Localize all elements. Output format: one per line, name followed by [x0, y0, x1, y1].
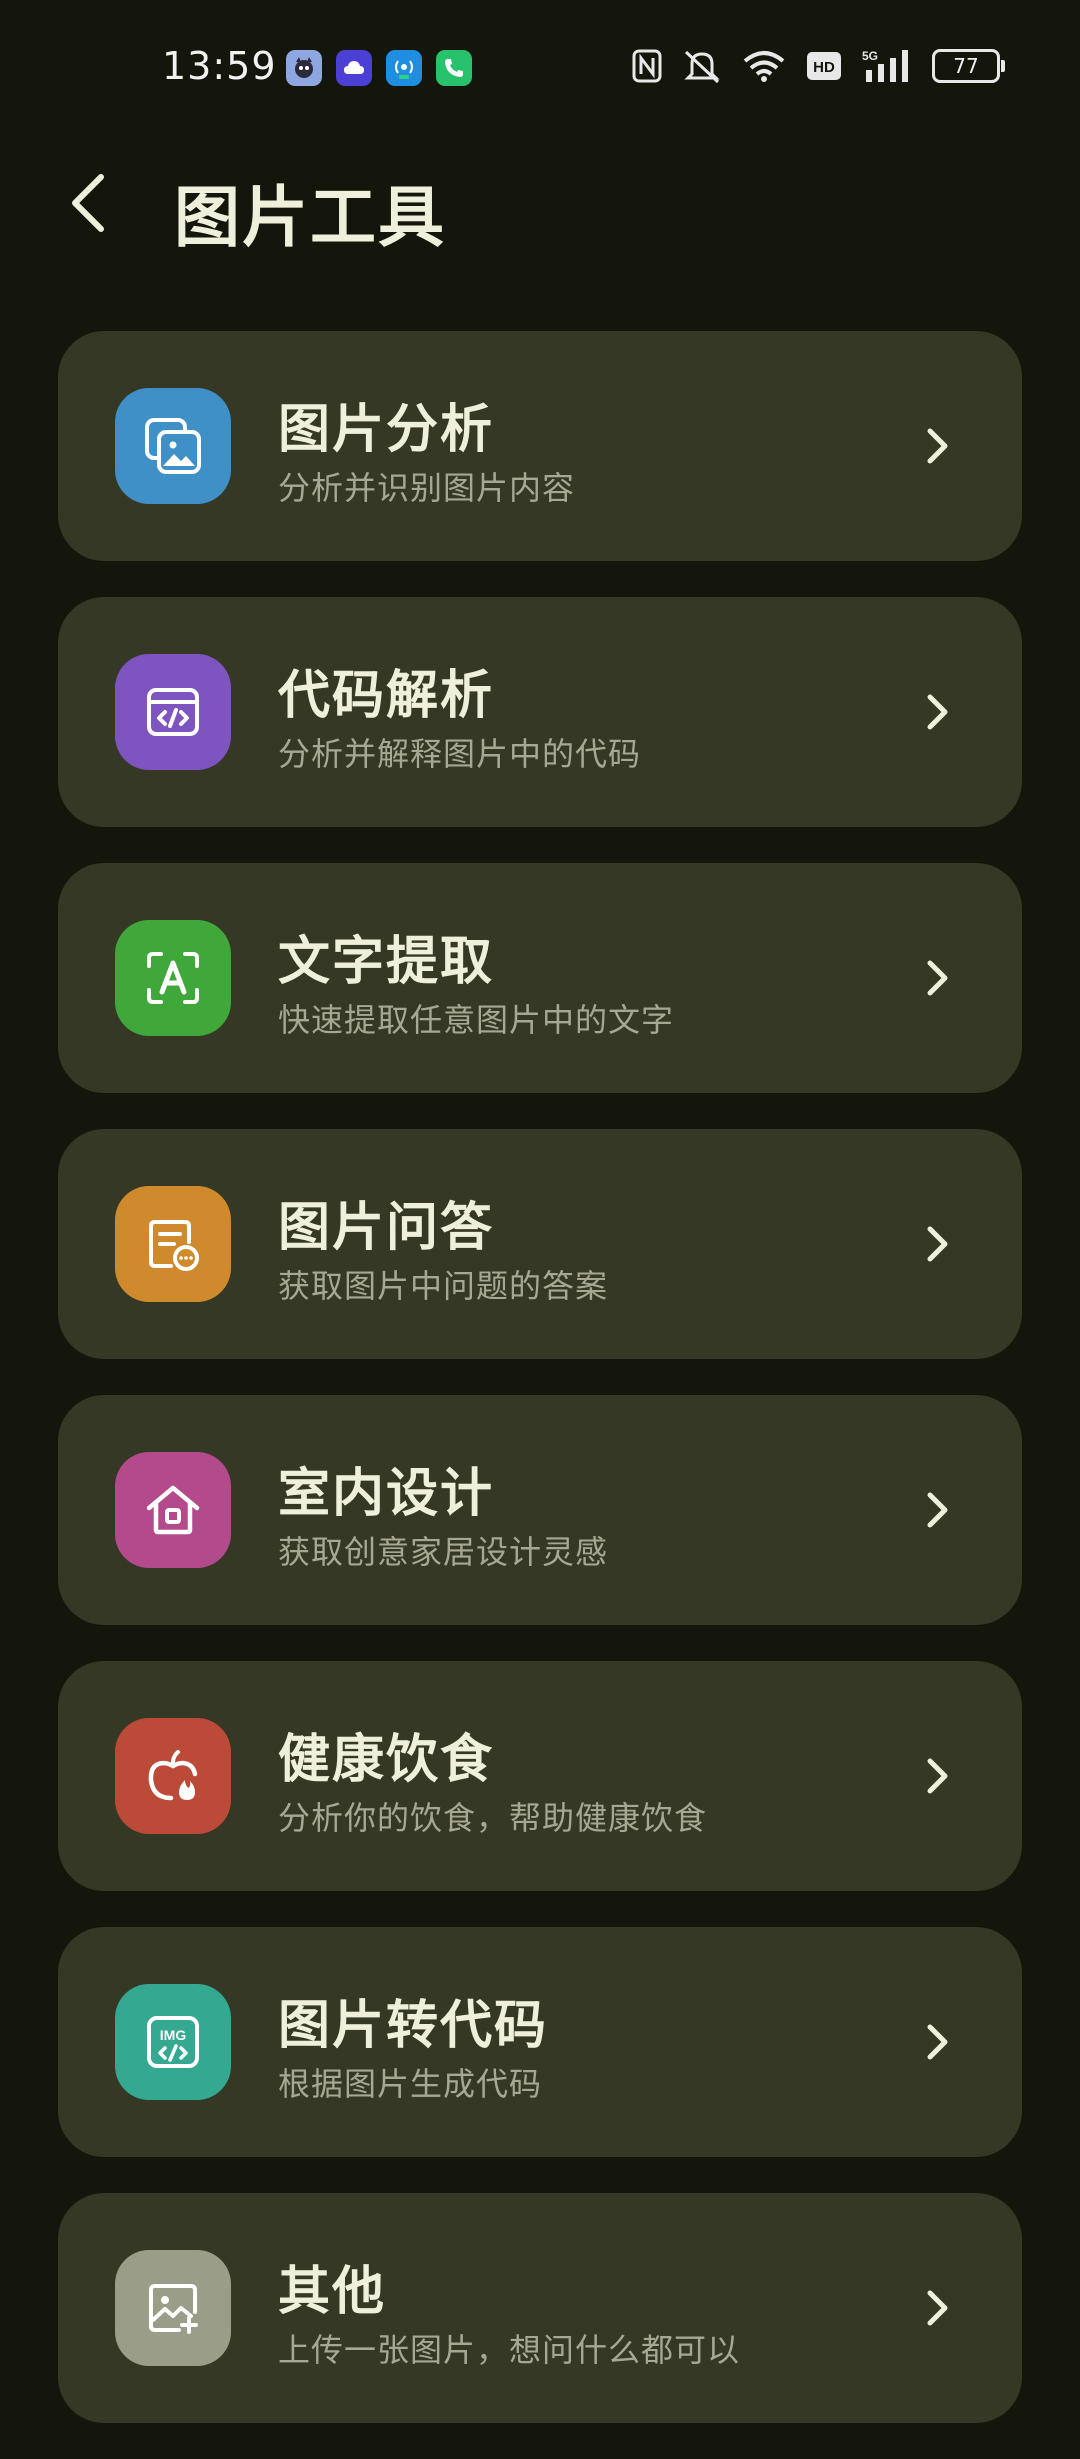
svg-text:HD: HD: [813, 59, 835, 76]
tool-card-interior-design[interactable]: 室内设计 获取创意家居设计灵感: [58, 1395, 1022, 1625]
chevron-right-icon: [927, 428, 948, 464]
tool-card-image-analysis[interactable]: 图片分析 分析并识别图片内容: [58, 331, 1022, 561]
tool-card-code-analysis[interactable]: 代码解析 分析并解释图片中的代码: [58, 597, 1022, 827]
house-icon: [115, 1452, 231, 1568]
tool-subtitle: 根据图片生成代码: [278, 2065, 543, 2103]
page-title: 图片工具: [174, 179, 446, 256]
svg-text:5G: 5G: [862, 49, 878, 63]
tool-title: 图片分析: [278, 400, 495, 460]
tool-subtitle: 分析并识别图片内容: [278, 469, 576, 507]
tool-title: 图片转代码: [278, 1996, 549, 2056]
chevron-right-icon: [927, 1492, 948, 1528]
chevron-right-icon: [927, 1758, 948, 1794]
tool-subtitle: 快速提取任意图片中的文字: [278, 1001, 675, 1039]
cellular-5g-icon: 5G: [862, 49, 908, 82]
tool-list: 图片分析 分析并识别图片内容 代码解析 分析并解释图片中的代码 文字提取 快速提…: [58, 331, 1022, 2459]
svg-text:IMG: IMG: [160, 2027, 187, 2043]
document-chat-icon: [115, 1186, 231, 1302]
tool-title: 代码解析: [278, 666, 495, 726]
wifi-icon: [743, 51, 785, 82]
battery-indicator: 77: [932, 49, 1005, 83]
back-button[interactable]: [52, 168, 122, 238]
tool-subtitle: 获取图片中问题的答案: [278, 1267, 609, 1305]
image-gallery-icon: [115, 388, 231, 504]
tool-subtitle: 上传一张图片，想问什么都可以: [278, 2331, 741, 2369]
status-bar: 13:59 HD 5G 77: [0, 0, 1080, 140]
phone-app-icon: [436, 50, 472, 86]
img-code-icon: IMG: [115, 1984, 231, 2100]
tool-subtitle: 分析并解释图片中的代码: [278, 735, 642, 773]
system-status-icons: HD 5G 77: [632, 48, 1005, 84]
tool-card-other[interactable]: 其他 上传一张图片，想问什么都可以: [58, 2193, 1022, 2423]
tool-card-text-extraction[interactable]: 文字提取 快速提取任意图片中的文字: [58, 863, 1022, 1093]
chevron-right-icon: [927, 2024, 948, 2060]
signal-app-icon: [386, 50, 422, 86]
chevron-right-icon: [927, 2290, 948, 2326]
nfc-icon: [632, 49, 662, 83]
notification-icons: [286, 50, 472, 86]
text-scan-icon: [115, 920, 231, 1036]
status-time: 13:59: [162, 44, 277, 88]
tool-card-healthy-diet[interactable]: 健康饮食 分析你的饮食，帮助健康饮食: [58, 1661, 1022, 1891]
image-add-icon: [115, 2250, 231, 2366]
tool-title: 健康饮食: [278, 1730, 495, 1790]
tool-title: 其他: [278, 2262, 387, 2322]
tool-card-image-to-code[interactable]: IMG 图片转代码 根据图片生成代码: [58, 1927, 1022, 2157]
tool-title: 图片问答: [278, 1198, 495, 1258]
apple-fire-icon: [115, 1718, 231, 1834]
cloud-app-icon: [336, 50, 372, 86]
tool-title: 室内设计: [278, 1464, 495, 1524]
tool-title: 文字提取: [278, 932, 495, 992]
chevron-right-icon: [927, 960, 948, 996]
chevron-right-icon: [927, 694, 948, 730]
battery-level: 77: [953, 54, 979, 78]
cat-app-icon: [286, 50, 322, 86]
tool-card-image-qa[interactable]: 图片问答 获取图片中问题的答案: [58, 1129, 1022, 1359]
mute-bell-icon: [684, 50, 720, 84]
hd-icon: HD: [807, 52, 841, 80]
tool-subtitle: 获取创意家居设计灵感: [278, 1533, 609, 1571]
tool-subtitle: 分析你的饮食，帮助健康饮食: [278, 1799, 708, 1837]
chevron-left-icon: [72, 174, 104, 232]
chevron-right-icon: [927, 1226, 948, 1262]
app-header: 图片工具: [0, 150, 1080, 260]
code-window-icon: [115, 654, 231, 770]
